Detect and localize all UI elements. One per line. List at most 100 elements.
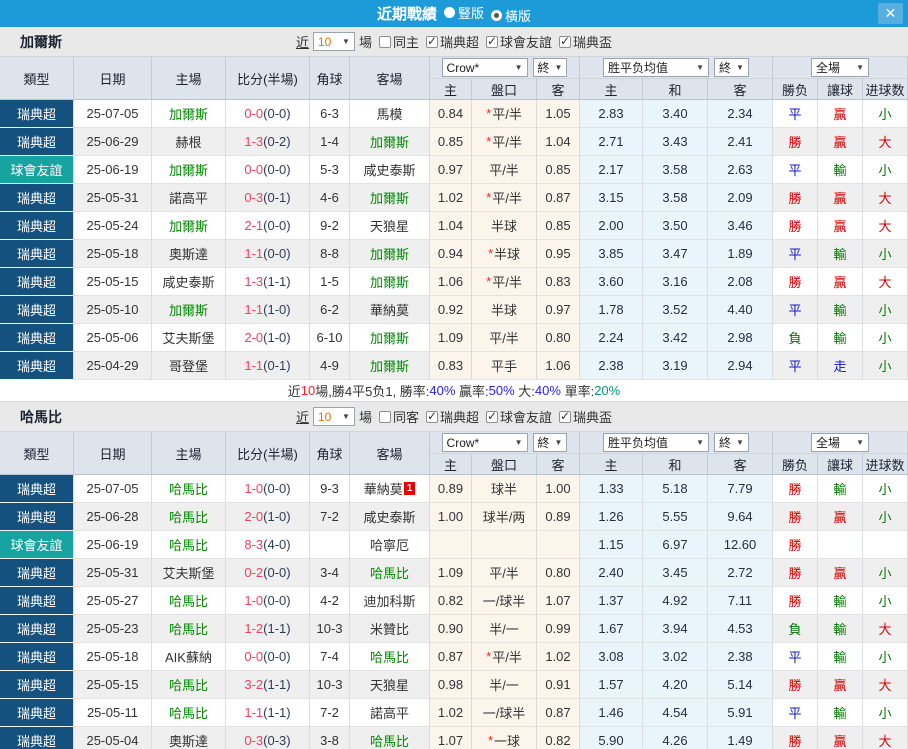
live-star-icon: *	[487, 246, 494, 261]
league-checkbox[interactable]: 瑞典盃	[559, 32, 612, 51]
mean-final-select[interactable]: 終 ▼	[714, 58, 749, 77]
match-row: 瑞典超 25-05-18 奧斯達 1-1 (0-0) 8-8 加爾斯 0.94 * 半球 0.95 3…	[0, 240, 908, 268]
away-team-name: 哈寧厄	[369, 538, 409, 553]
chevron-down-icon: ▼	[514, 438, 523, 447]
league-type-cell: 瑞典超	[0, 615, 74, 643]
away-team-cell: 華納莫	[350, 296, 430, 324]
odds-source-select[interactable]: Crow* ▼	[441, 58, 528, 77]
layout-option-vertical[interactable]: 豎版	[443, 3, 484, 22]
away-team-name: 天狼星	[369, 678, 409, 693]
same-filter-checkbox[interactable]: 同主	[378, 32, 419, 51]
handicap-result-cell: 輸	[818, 240, 863, 268]
goals-cell: 小	[863, 100, 908, 128]
league-checkbox[interactable]: 瑞典盃	[559, 407, 612, 426]
odds-away-cell	[537, 531, 580, 559]
table-header: 類型 日期 主場 比分(半場) 角球 客場 Crow* ▼ 終 ▼ 胜平负均值 ▼ 終 ▼ 全場 ▼ 主盤口客主…	[0, 432, 908, 475]
home-team-cell: 加爾斯	[152, 100, 226, 128]
summary-part: 40%	[429, 383, 456, 398]
chevron-down-icon: ▼	[736, 438, 744, 447]
away-team-cell: 加爾斯	[350, 240, 430, 268]
date-cell: 25-05-27	[74, 587, 152, 615]
mean-header-group: 胜平负均值 ▼ 終 ▼	[580, 432, 773, 453]
odds-source-select[interactable]: Crow* ▼	[441, 433, 528, 452]
header-sub_goals: 进球数	[863, 78, 908, 99]
halftime-score: (0-0)	[263, 565, 291, 580]
mean-away-cell: 2.34	[708, 100, 773, 128]
live-star-icon: *	[486, 649, 492, 664]
mean-select[interactable]: 胜平负均值 ▼	[603, 433, 710, 452]
radio-icon	[443, 6, 455, 18]
away-team-name: 咸史泰斯	[363, 510, 416, 525]
away-team-name: 哈馬比	[369, 566, 409, 581]
close-button[interactable]: ✕	[878, 3, 903, 24]
fulltime-select-value: 全場	[816, 436, 841, 450]
odds-away-cell: 1.00	[537, 475, 580, 503]
match-row: 瑞典超 25-06-29 赫根 1-3 (0-2) 1-4 加爾斯 0.85 * 平/半 1.04 2…	[0, 128, 908, 156]
fulltime-select[interactable]: 全場 ▼	[811, 433, 869, 452]
mean-final-select[interactable]: 終 ▼	[714, 433, 749, 452]
same-filter-label: 同主	[392, 35, 419, 50]
odds-home-cell: 1.09	[430, 324, 472, 352]
score-cell: 2-0 (1-0)	[226, 503, 310, 531]
mean-final-select-value: 終	[719, 436, 732, 450]
live-star-icon: *	[487, 733, 494, 748]
odds-home-cell: 0.83	[430, 352, 472, 380]
layout-option-horizontal[interactable]: 橫版	[491, 6, 531, 25]
odds-final-select[interactable]: 終 ▼	[532, 58, 568, 77]
handicap-text: 平/半	[489, 566, 519, 581]
corners-cell: 7-4	[310, 643, 350, 671]
fulltime-select[interactable]: 全場 ▼	[811, 58, 869, 77]
recent-link[interactable]: 近	[296, 32, 309, 51]
result-cell: 勝	[773, 128, 818, 156]
handicap-result-cell	[818, 531, 863, 559]
goals-cell: 大	[863, 727, 908, 749]
corners-cell: 10-3	[310, 671, 350, 699]
header-col_home: 主場	[152, 432, 226, 474]
mean-select[interactable]: 胜平负均值 ▼	[603, 58, 710, 77]
date-cell: 25-05-10	[74, 296, 152, 324]
league-checkbox[interactable]: 球會友誼	[486, 32, 552, 51]
date-cell: 25-06-19	[74, 531, 152, 559]
halftime-score: (0-0)	[263, 162, 291, 177]
date-cell: 25-06-19	[74, 156, 152, 184]
recent-link[interactable]: 近	[296, 407, 309, 426]
odds-home-cell: 1.02	[430, 184, 472, 212]
header-sub_away: 客	[537, 78, 580, 99]
header-sub_away: 客	[537, 453, 580, 474]
halftime-score: (1-0)	[263, 509, 291, 524]
date-cell: 25-06-29	[74, 128, 152, 156]
games-count-select[interactable]: 10 ▼	[312, 407, 355, 426]
goals-cell: 小	[863, 324, 908, 352]
away-team-cell: 哈馬比	[350, 559, 430, 587]
fulltime-score: 0-3	[244, 190, 264, 205]
header-sub_handicap: 盤口	[472, 78, 537, 99]
odds-final-select[interactable]: 終 ▼	[532, 433, 568, 452]
fulltime-select-value: 全場	[816, 61, 841, 75]
date-cell: 25-05-04	[74, 727, 152, 749]
chevron-down-icon: ▼	[856, 63, 864, 72]
result-cell: 平	[773, 156, 818, 184]
league-type-cell: 瑞典超	[0, 352, 74, 380]
home-team-cell: 奧斯達	[152, 240, 226, 268]
home-team-cell: 咸史泰斯	[152, 268, 226, 296]
league-checkbox[interactable]: 瑞典超	[426, 407, 479, 426]
league-checkbox[interactable]: 瑞典超	[426, 32, 479, 51]
mean-away-cell: 2.98	[708, 324, 773, 352]
away-team-cell: 米贊比	[350, 615, 430, 643]
halftime-score: (0-0)	[263, 649, 291, 664]
league-type-cell: 瑞典超	[0, 559, 74, 587]
home-team-cell: 哈馬比	[152, 475, 226, 503]
same-filter-checkbox[interactable]: 同客	[378, 407, 419, 426]
mean-away-cell: 2.38	[708, 643, 773, 671]
goals-cell: 大	[863, 128, 908, 156]
header-sub_handicap_result: 讓球	[818, 78, 863, 99]
score-cell: 1-0 (0-0)	[226, 475, 310, 503]
corners-cell: 10-3	[310, 615, 350, 643]
mean-header-group: 胜平负均值 ▼ 終 ▼	[580, 57, 773, 78]
handicap-cell: 平/半	[472, 324, 537, 352]
league-type-cell: 瑞典超	[0, 503, 74, 531]
odds-home-cell: 0.89	[430, 475, 472, 503]
games-count-select[interactable]: 10 ▼	[312, 32, 355, 51]
league-checkbox[interactable]: 球會友誼	[486, 407, 552, 426]
goals-cell: 小	[863, 559, 908, 587]
